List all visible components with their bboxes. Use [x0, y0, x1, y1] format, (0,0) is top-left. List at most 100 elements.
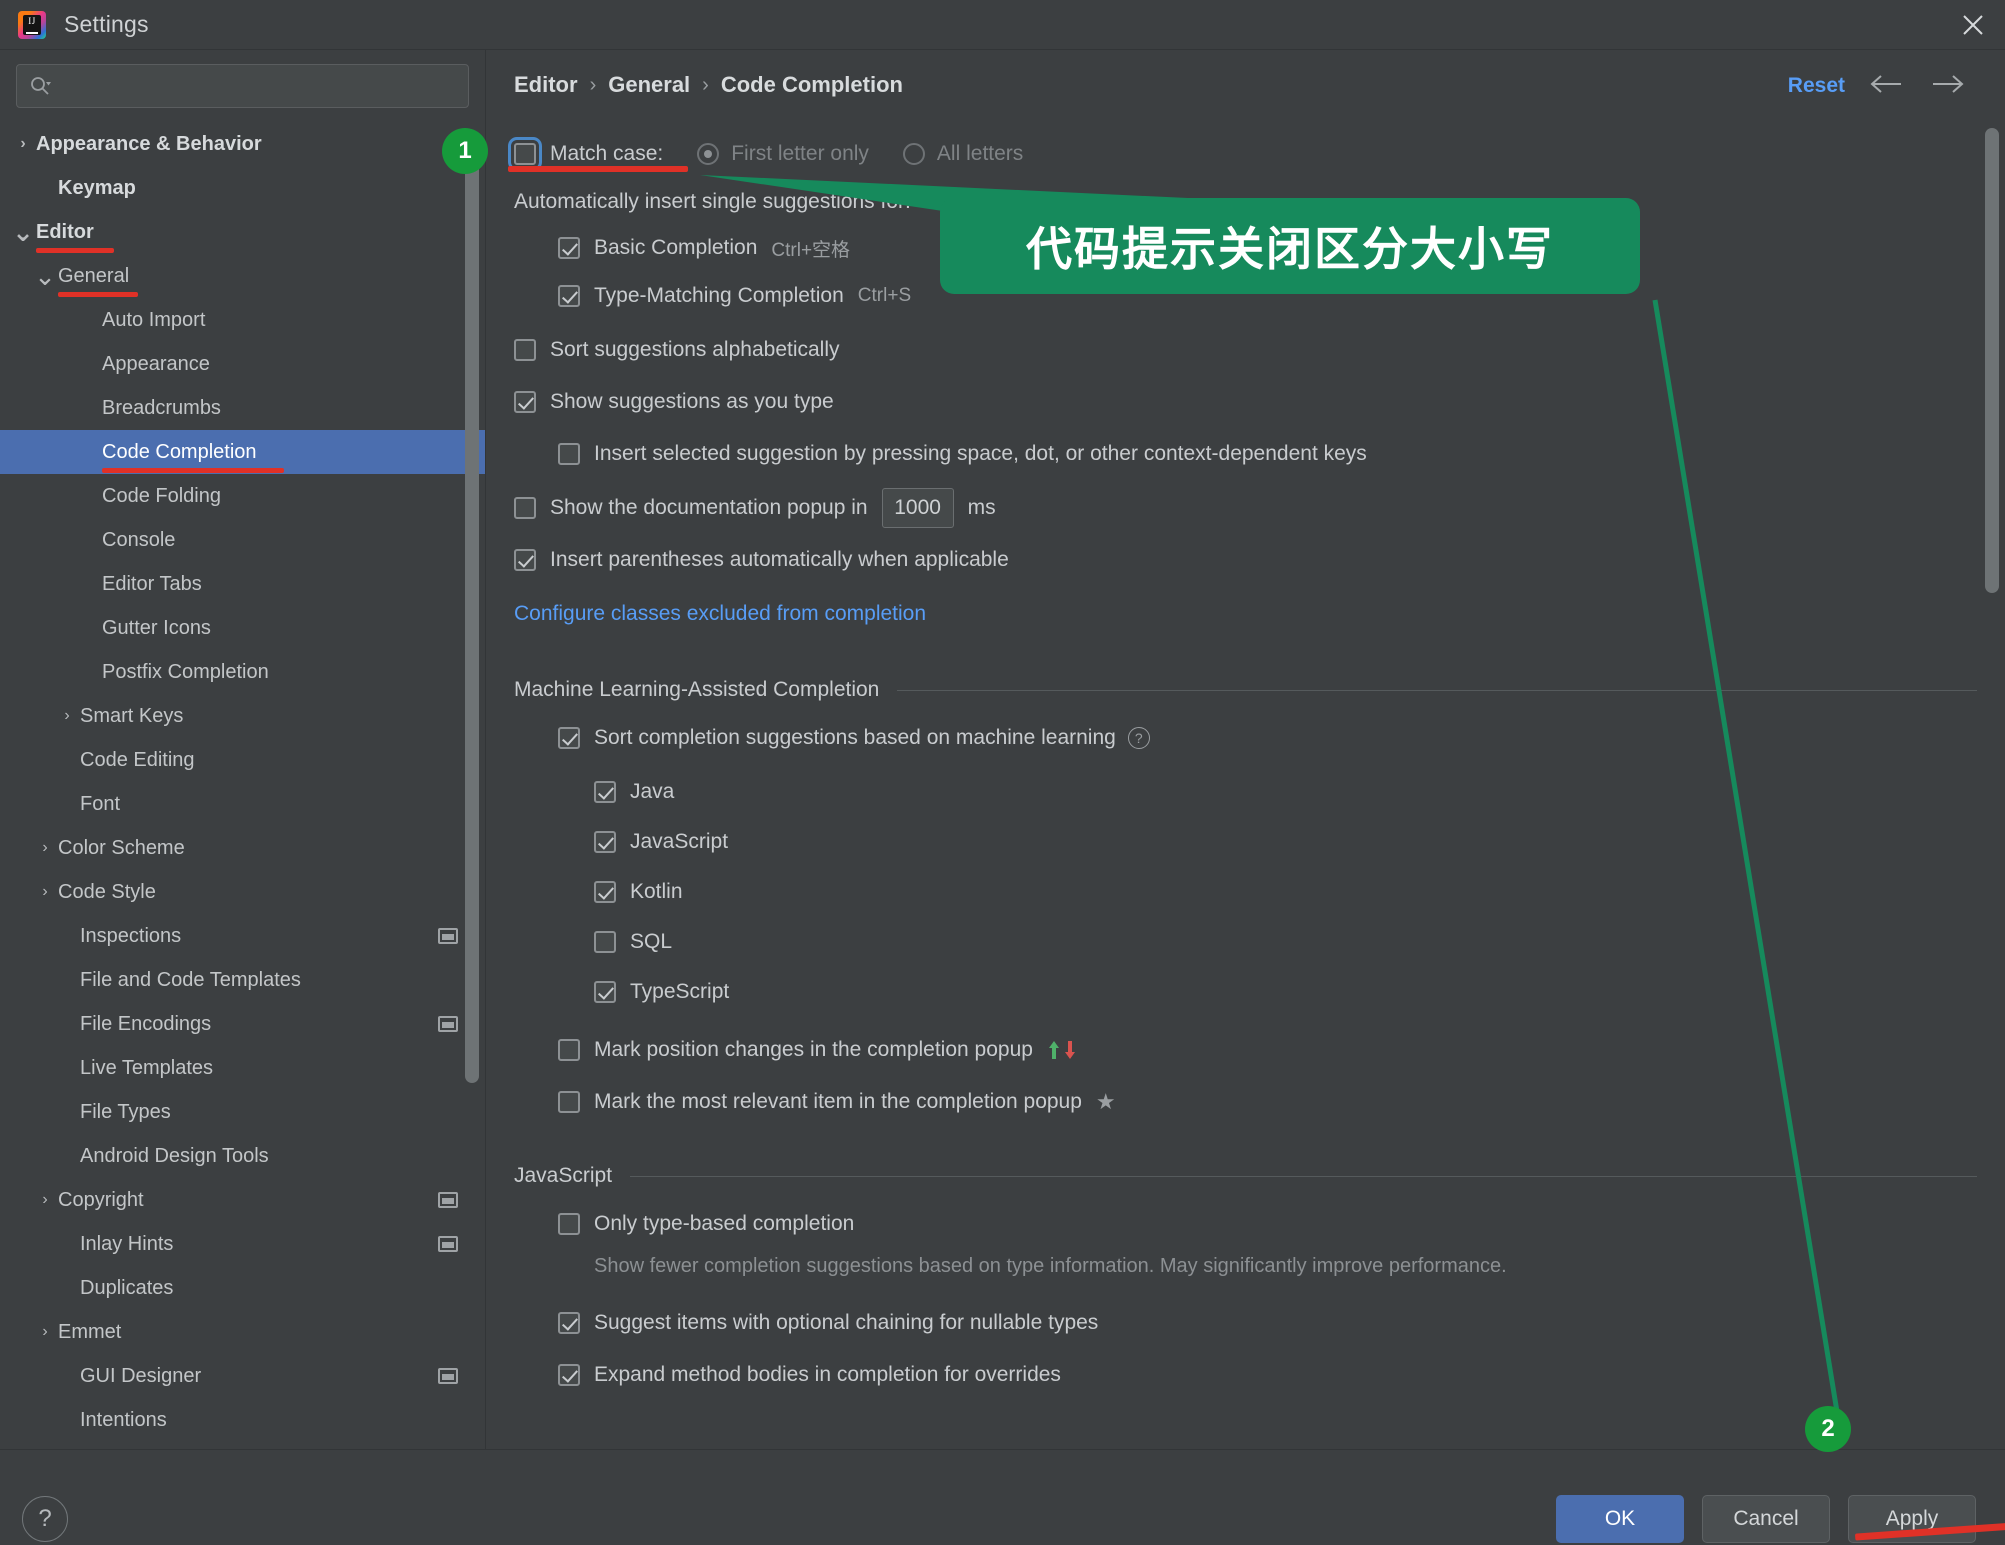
- type-matching-completion-checkbox[interactable]: [558, 285, 580, 307]
- doc-popup-checkbox[interactable]: [514, 497, 536, 519]
- sidebar-item-color-scheme[interactable]: › Color Scheme: [0, 826, 485, 870]
- show-as-you-type-checkbox[interactable]: [514, 391, 536, 413]
- basic-completion-checkbox[interactable]: [558, 237, 580, 259]
- insert-parens-checkbox[interactable]: [514, 549, 536, 571]
- optional-chaining-row[interactable]: Suggest items with optional chaining for…: [558, 1303, 2005, 1343]
- mark-position-checkbox[interactable]: [558, 1039, 580, 1061]
- expand-method-checkbox[interactable]: [558, 1364, 580, 1386]
- close-icon[interactable]: [1941, 0, 2005, 50]
- sidebar-scrollbar[interactable]: [465, 50, 479, 1449]
- sort-alphabetically-checkbox[interactable]: [514, 339, 536, 361]
- sidebar-item-android-design-tools[interactable]: ›Android Design Tools: [0, 1134, 485, 1178]
- mark-position-row[interactable]: Mark position changes in the completion …: [558, 1030, 2005, 1070]
- sidebar-item-live-templates[interactable]: ›Live Templates: [0, 1046, 485, 1090]
- cancel-button[interactable]: Cancel: [1702, 1495, 1830, 1543]
- help-button[interactable]: ?: [22, 1496, 68, 1542]
- chevron-right-icon[interactable]: ›: [32, 883, 58, 901]
- insert-selected-checkbox[interactable]: [558, 443, 580, 465]
- sidebar-item-emmet[interactable]: › Emmet: [0, 1310, 485, 1354]
- doc-popup-label: Show the documentation popup in: [550, 496, 868, 519]
- search-input[interactable]: [59, 76, 456, 96]
- sort-alphabetically-row[interactable]: Sort suggestions alphabetically: [514, 330, 2005, 370]
- ml-language-row[interactable]: Kotlin: [594, 872, 2005, 912]
- help-icon[interactable]: ?: [1127, 727, 1150, 749]
- apply-button[interactable]: Apply: [1848, 1495, 1976, 1543]
- sidebar-item-appearance-behavior[interactable]: › Appearance & Behavior: [0, 122, 485, 166]
- sidebar-item-file-and-code-templates[interactable]: ›File and Code Templates: [0, 958, 485, 1002]
- sidebar-item-gutter-icons[interactable]: ›Gutter Icons: [0, 606, 485, 650]
- breadcrumb-item-general[interactable]: General: [608, 72, 690, 98]
- arrow-left-icon[interactable]: [1869, 72, 1903, 101]
- sort-ml-checkbox[interactable]: [558, 727, 580, 749]
- sidebar-scrollbar-thumb[interactable]: [465, 158, 479, 1083]
- ml-sql-checkbox[interactable]: [594, 931, 616, 953]
- match-case-checkbox[interactable]: [508, 137, 542, 171]
- sidebar-item-file-types[interactable]: ›File Types: [0, 1090, 485, 1134]
- sidebar-item-font[interactable]: ›Font: [0, 782, 485, 826]
- chevron-right-icon[interactable]: ›: [32, 839, 58, 857]
- ml-typescript-checkbox[interactable]: [594, 981, 616, 1003]
- insert-parens-row[interactable]: Insert parentheses automatically when ap…: [514, 540, 2005, 580]
- sidebar-item-language-injections[interactable]: ›Language Injections: [0, 1442, 485, 1449]
- search-box[interactable]: [16, 64, 469, 108]
- expand-method-row[interactable]: Expand method bodies in completion for o…: [558, 1355, 2005, 1395]
- sidebar-item-inspections[interactable]: ›Inspections: [0, 914, 485, 958]
- sidebar-item-auto-import[interactable]: ›Auto Import: [0, 298, 485, 342]
- sidebar-item-inlay-hints[interactable]: ›Inlay Hints: [0, 1222, 485, 1266]
- first-letter-only-radio[interactable]: [697, 143, 720, 165]
- sort-ml-row[interactable]: Sort completion suggestions based on mac…: [558, 718, 2005, 758]
- chevron-right-icon[interactable]: ›: [54, 707, 80, 725]
- breadcrumb-item-code-completion[interactable]: Code Completion: [721, 72, 903, 98]
- chevron-right-icon[interactable]: ›: [10, 135, 36, 153]
- sidebar-item-editor-tabs[interactable]: ›Editor Tabs: [0, 562, 485, 606]
- breadcrumb-item-editor[interactable]: Editor: [514, 72, 578, 98]
- configure-excluded-link[interactable]: Configure classes excluded from completi…: [514, 602, 926, 626]
- ok-button[interactable]: OK: [1556, 1495, 1684, 1543]
- sidebar-item-smart-keys[interactable]: › Smart Keys: [0, 694, 485, 738]
- main-scrollbar-thumb[interactable]: [1985, 128, 1999, 593]
- sidebar-item-code-folding[interactable]: ›Code Folding: [0, 474, 485, 518]
- insert-selected-row[interactable]: Insert selected suggestion by pressing s…: [558, 434, 2005, 474]
- show-as-you-type-row[interactable]: Show suggestions as you type: [514, 382, 2005, 422]
- mark-relevant-checkbox[interactable]: [558, 1091, 580, 1113]
- sidebar-item-keymap[interactable]: ›Keymap: [0, 166, 485, 210]
- chevron-down-icon[interactable]: ⌄: [10, 219, 36, 245]
- mark-relevant-row[interactable]: Mark the most relevant item in the compl…: [558, 1082, 2005, 1122]
- sidebar-item-appearance[interactable]: ›Appearance: [0, 342, 485, 386]
- sidebar-item-code-style[interactable]: › Code Style: [0, 870, 485, 914]
- only-type-based-checkbox[interactable]: [558, 1213, 580, 1235]
- ml-language-row[interactable]: Java: [594, 772, 2005, 812]
- only-type-based-row[interactable]: Only type-based completion: [558, 1204, 2005, 1244]
- doc-popup-delay-input[interactable]: 1000: [881, 488, 954, 528]
- sidebar-item-duplicates[interactable]: ›Duplicates: [0, 1266, 485, 1310]
- doc-popup-row[interactable]: Show the documentation popup in 1000 ms: [514, 488, 2005, 528]
- sidebar-item-postfix-completion[interactable]: ›Postfix Completion: [0, 650, 485, 694]
- project-level-icon: [438, 928, 458, 944]
- ml-java-checkbox[interactable]: [594, 781, 616, 803]
- sidebar-item-intentions[interactable]: ›Intentions: [0, 1398, 485, 1442]
- sidebar-item-gui-designer[interactable]: ›GUI Designer: [0, 1354, 485, 1398]
- sidebar-item-breadcrumbs[interactable]: ›Breadcrumbs: [0, 386, 485, 430]
- basic-completion-row[interactable]: Basic Completion Ctrl+空格: [558, 228, 2005, 268]
- all-letters-radio[interactable]: [902, 143, 925, 165]
- sidebar-item-label: Editor: [36, 220, 94, 243]
- show-as-you-type-label: Show suggestions as you type: [550, 390, 834, 413]
- chevron-right-icon[interactable]: ›: [32, 1191, 58, 1209]
- ml-kotlin-checkbox[interactable]: [594, 881, 616, 903]
- type-matching-completion-row[interactable]: Type-Matching Completion Ctrl+S: [558, 276, 2005, 316]
- optional-chaining-checkbox[interactable]: [558, 1312, 580, 1334]
- reset-link[interactable]: Reset: [1788, 74, 1845, 98]
- arrow-right-icon[interactable]: [1931, 72, 1965, 101]
- sidebar-item-console[interactable]: ›Console: [0, 518, 485, 562]
- chevron-down-icon[interactable]: ⌄: [32, 263, 58, 289]
- sidebar-item-file-encodings[interactable]: ›File Encodings: [0, 1002, 485, 1046]
- sidebar-item-label: Code Editing: [80, 748, 195, 771]
- main-scrollbar[interactable]: [1985, 128, 1999, 1418]
- chevron-right-icon[interactable]: ›: [32, 1323, 58, 1341]
- sidebar-item-copyright[interactable]: › Copyright: [0, 1178, 485, 1222]
- sidebar-item-code-editing[interactable]: ›Code Editing: [0, 738, 485, 782]
- ml-javascript-checkbox[interactable]: [594, 831, 616, 853]
- ml-language-row[interactable]: SQL: [594, 922, 2005, 962]
- ml-language-row[interactable]: JavaScript: [594, 822, 2005, 862]
- ml-language-row[interactable]: TypeScript: [594, 972, 2005, 1012]
